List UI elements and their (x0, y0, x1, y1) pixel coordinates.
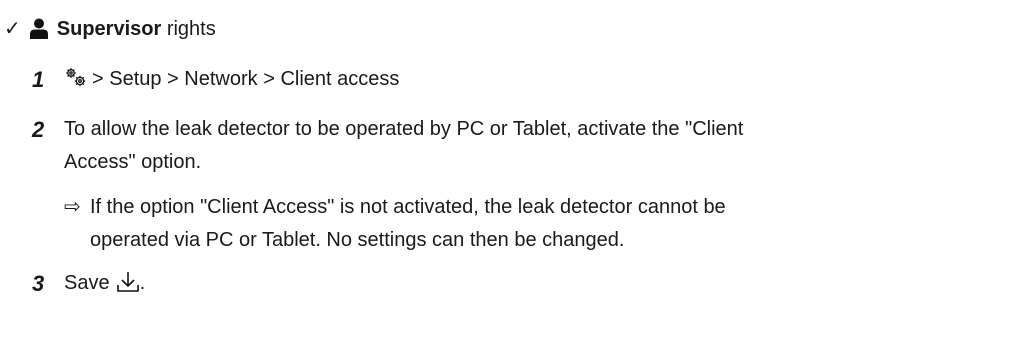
user-icon (29, 18, 49, 40)
prerequisite-line: ✓ Supervisor rights (4, 14, 216, 44)
save-label: Save (64, 272, 110, 294)
result-text-line: operated via PC or Tablet. No settings c… (90, 229, 625, 251)
step-number: 2 (32, 117, 45, 142)
step-text: To allow the leak detector to be operate… (64, 113, 1004, 179)
menu-path: > Setup > Network > Client access (92, 68, 400, 90)
step-number: 1 (32, 67, 45, 92)
result-arrow-icon: ⇨ (64, 196, 81, 218)
step-2-result: ⇨ If the option "Client Access" is not ac… (64, 191, 964, 257)
step-text-line: Access" option. (64, 151, 202, 173)
step-text-line: To allow the leak detector to be operate… (64, 118, 744, 140)
settings-gears-icon (64, 67, 88, 100)
step-text: > Setup > Network > Client access (64, 63, 1004, 100)
save-download-icon (116, 271, 140, 304)
step-3: 3 Save . (32, 267, 1004, 304)
step-text: Save . (64, 267, 1004, 304)
checkmark-icon: ✓ (4, 18, 21, 40)
result-text-line: If the option "Client Access" is not act… (90, 196, 726, 218)
trailing-period: . (139, 272, 146, 294)
step-2: 2 To allow the leak detector to be opera… (32, 113, 1004, 179)
step-number: 3 (32, 271, 45, 296)
role-label: Supervisor (56, 18, 162, 40)
rights-label: rights (166, 18, 216, 40)
step-1: 1 > Setup > Network > Client access (32, 63, 1004, 100)
